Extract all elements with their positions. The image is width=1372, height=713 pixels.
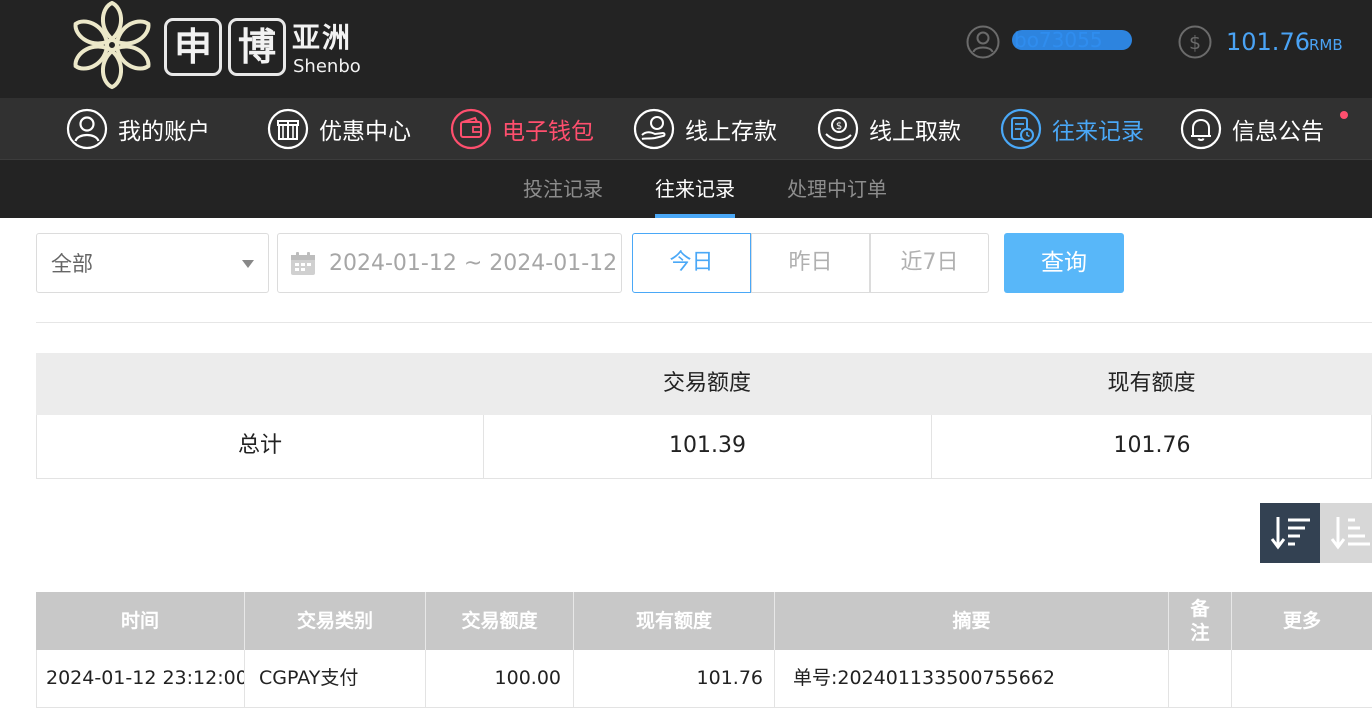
quick-range-7days[interactable]: 近7日 xyxy=(870,233,989,293)
sub-nav: 投注记录 往来记录 处理中订单 xyxy=(0,159,1372,218)
site-logo[interactable]: 申 博 亚洲 Shenbo xyxy=(64,0,364,92)
summary-total-transaction: 101.39 xyxy=(669,433,746,458)
nav-label: 我的账户 xyxy=(118,118,210,145)
cell-summary: 单号:202401133500755662 xyxy=(793,667,1055,689)
logo-cn-text: 亚洲 xyxy=(292,21,353,54)
header-current-amount: 现有额度 xyxy=(635,610,712,632)
filter-divider xyxy=(36,322,1372,323)
logo-char-2: 博 xyxy=(228,18,286,76)
query-button[interactable]: 查询 xyxy=(1004,233,1124,293)
summary-header-current-amount: 现有额度 xyxy=(1107,371,1196,396)
calendar-icon xyxy=(291,252,315,275)
sort-descending-icon xyxy=(1270,517,1310,550)
cell-time: 2024-01-12 23:12:00 xyxy=(46,667,245,689)
cell-more[interactable] xyxy=(1232,650,1372,707)
subtab-transaction-records[interactable]: 往来记录 xyxy=(655,160,735,218)
header-transaction-amount: 交易额度 xyxy=(461,610,538,632)
table-row: 2024-01-12 23:12:00 CGPAY支付 100.00 101.7… xyxy=(36,650,1372,708)
svg-text:$: $ xyxy=(1189,32,1201,54)
select-value: 全部 xyxy=(51,252,93,276)
summary-total-row: 总计 101.39 101.76 xyxy=(36,415,1372,479)
flower-logo-icon xyxy=(73,0,151,90)
nav-transaction-records[interactable]: 往来记录 xyxy=(1000,98,1144,159)
logo-char-1: 申 xyxy=(164,18,222,76)
nav-online-withdraw[interactable]: $ 线上取款 xyxy=(817,98,961,159)
cell-transaction-amount: 100.00 xyxy=(494,667,561,689)
bell-icon xyxy=(1180,108,1222,149)
detail-table-header: 时间 交易类别 交易额度 现有额度 摘要 备注 更多 xyxy=(36,592,1372,650)
logo-en-text: Shenbo xyxy=(293,56,361,77)
username-redaction xyxy=(1012,30,1132,50)
date-range-input[interactable]: 2024-01-12 ~ 2024-01-12 xyxy=(277,233,622,293)
summary-total-current: 101.76 xyxy=(1113,433,1191,458)
header-transaction-type: 交易类别 xyxy=(296,610,373,632)
unread-dot-badge xyxy=(1340,111,1348,119)
nav-label: 往来记录 xyxy=(1052,118,1144,145)
header-more: 更多 xyxy=(1282,610,1321,632)
nav-promotions[interactable]: 优惠中心 xyxy=(267,98,411,159)
cell-current-amount: 101.76 xyxy=(696,667,763,689)
transaction-type-select[interactable]: 全部 xyxy=(36,233,269,293)
nav-label: 电子钱包 xyxy=(502,118,594,145)
nav-label: 线上存款 xyxy=(685,118,777,145)
caret-down-icon xyxy=(242,260,254,268)
cell-divider xyxy=(774,650,775,708)
balance-currency: RMB xyxy=(1309,36,1343,54)
main-nav: 我的账户 优惠中心 电子钱包 线上存款 $ 线上取款 往来记录 信息公告 xyxy=(0,98,1372,159)
sort-descending-button[interactable] xyxy=(1260,503,1320,563)
nav-label: 信息公告 xyxy=(1232,118,1324,145)
balance-value: 101.76 xyxy=(1226,28,1310,56)
nav-label: 优惠中心 xyxy=(319,118,411,145)
deposit-icon xyxy=(633,108,675,149)
header-summary: 摘要 xyxy=(952,610,991,632)
summary-table-header: 交易额度 现有额度 xyxy=(36,353,1372,415)
nav-e-wallet[interactable]: 电子钱包 xyxy=(450,98,594,159)
nav-label: 线上取款 xyxy=(869,118,961,145)
subtab-pending-orders[interactable]: 处理中订单 xyxy=(787,160,887,218)
gift-icon xyxy=(267,108,309,149)
cell-remark xyxy=(1169,650,1231,707)
top-header: 申 博 亚洲 Shenbo bo73055 $ 101.76 RMB xyxy=(0,0,1372,98)
header-remark: 备注 xyxy=(1190,598,1210,644)
sort-ascending-button[interactable] xyxy=(1320,503,1372,563)
sort-ascending-icon xyxy=(1330,517,1370,550)
user-icon xyxy=(66,108,108,149)
account-user-icon[interactable] xyxy=(966,25,1000,59)
nav-online-deposit[interactable]: 线上存款 xyxy=(633,98,777,159)
cell-divider xyxy=(244,650,245,708)
dollar-coin-icon: $ xyxy=(1178,25,1212,59)
records-icon xyxy=(1000,108,1042,149)
nav-my-account[interactable]: 我的账户 xyxy=(66,98,210,159)
withdraw-icon: $ xyxy=(817,108,859,149)
quick-range-yesterday[interactable]: 昨日 xyxy=(751,233,870,293)
nav-announcements[interactable]: 信息公告 xyxy=(1180,98,1324,159)
header-time: 时间 xyxy=(120,610,159,632)
cell-transaction-type: CGPAY支付 xyxy=(259,667,359,689)
summary-header-blank xyxy=(36,353,483,415)
subtab-bet-records[interactable]: 投注记录 xyxy=(523,160,603,218)
wallet-icon xyxy=(450,108,492,149)
date-range-value: 2024-01-12 ~ 2024-01-12 xyxy=(329,251,618,276)
svg-text:$: $ xyxy=(836,121,842,132)
quick-range-today[interactable]: 今日 xyxy=(632,233,751,293)
summary-total-label: 总计 xyxy=(237,433,282,458)
summary-header-transaction-amount: 交易额度 xyxy=(662,371,751,396)
